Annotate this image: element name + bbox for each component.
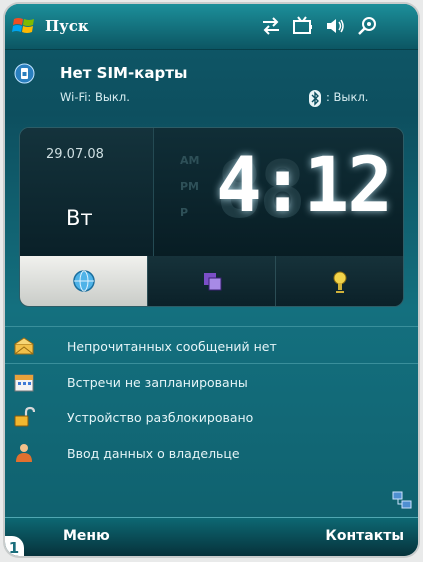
divider <box>5 326 418 327</box>
soft-key-bar: Меню Контакты 1 <box>5 517 418 556</box>
bluetooth-icon <box>309 90 321 107</box>
globe-icon <box>72 270 95 292</box>
contacts-softkey[interactable]: Контакты <box>325 528 404 544</box>
ampm-letter: P <box>180 206 189 219</box>
bluetooth-status[interactable]: : Выкл. <box>326 90 368 104</box>
today-item-calendar[interactable]: Встречи не запланированы <box>13 367 413 397</box>
tab-alarm[interactable] <box>275 256 403 306</box>
start-flag-icon[interactable] <box>12 15 36 37</box>
weekday-label: Вт <box>66 206 93 230</box>
today-item-label: Встречи не запланированы <box>67 374 248 390</box>
alarm-icon <box>333 271 346 293</box>
today-item-label: Непрочитанных сообщений нет <box>67 338 277 354</box>
tab-home[interactable] <box>20 256 147 306</box>
battery-icon[interactable] <box>292 15 314 37</box>
time-cell: AM PM P 88 4:12 <box>154 128 403 256</box>
today-screen: Пуск Нет SIM-карты Wi-Fi: Выкл.: Выкл. … <box>5 4 418 556</box>
system-tray <box>260 15 378 37</box>
connectivity-icon[interactable] <box>356 15 378 37</box>
date-cell: 29.07.08 Вт <box>20 128 154 256</box>
start-menu-button[interactable]: Пуск <box>45 17 89 35</box>
menu-softkey[interactable]: Меню <box>63 528 110 544</box>
divider <box>5 363 418 364</box>
network-icon[interactable] <box>392 490 412 510</box>
callout-number-badge: 1 <box>5 536 24 556</box>
sync-arrows-icon[interactable] <box>260 15 282 37</box>
today-item-lock[interactable]: Устройство разблокировано <box>13 402 413 432</box>
sim-card-icon <box>14 63 35 84</box>
windows-icon <box>203 273 221 291</box>
sim-status[interactable]: Нет SIM-карты <box>60 64 187 82</box>
clock-panel[interactable]: 29.07.08 Вт AM PM P 88 4:12 <box>19 127 404 307</box>
today-item-label: Ввод данных о владельце <box>67 445 240 461</box>
today-item-messages[interactable]: Непрочитанных сообщений нет <box>13 331 413 361</box>
clock-mode-tabs <box>20 256 403 306</box>
owner-icon <box>16 444 32 462</box>
status-bar: Пуск <box>5 4 418 50</box>
date-label: 29.07.08 <box>46 147 104 162</box>
padlock-icon <box>14 406 35 427</box>
wifi-status[interactable]: Wi-Fi: Выкл. <box>60 90 130 104</box>
calendar-icon <box>14 374 34 392</box>
am-indicator: AM <box>180 154 200 167</box>
today-item-label: Устройство разблокировано <box>67 409 254 425</box>
tab-windows[interactable] <box>147 256 275 306</box>
today-item-owner[interactable]: Ввод данных о владельце <box>13 438 413 468</box>
envelope-icon <box>14 337 34 355</box>
speaker-icon[interactable] <box>324 15 346 37</box>
time-display: 4:12 <box>215 140 393 229</box>
pm-indicator: PM <box>180 180 200 193</box>
